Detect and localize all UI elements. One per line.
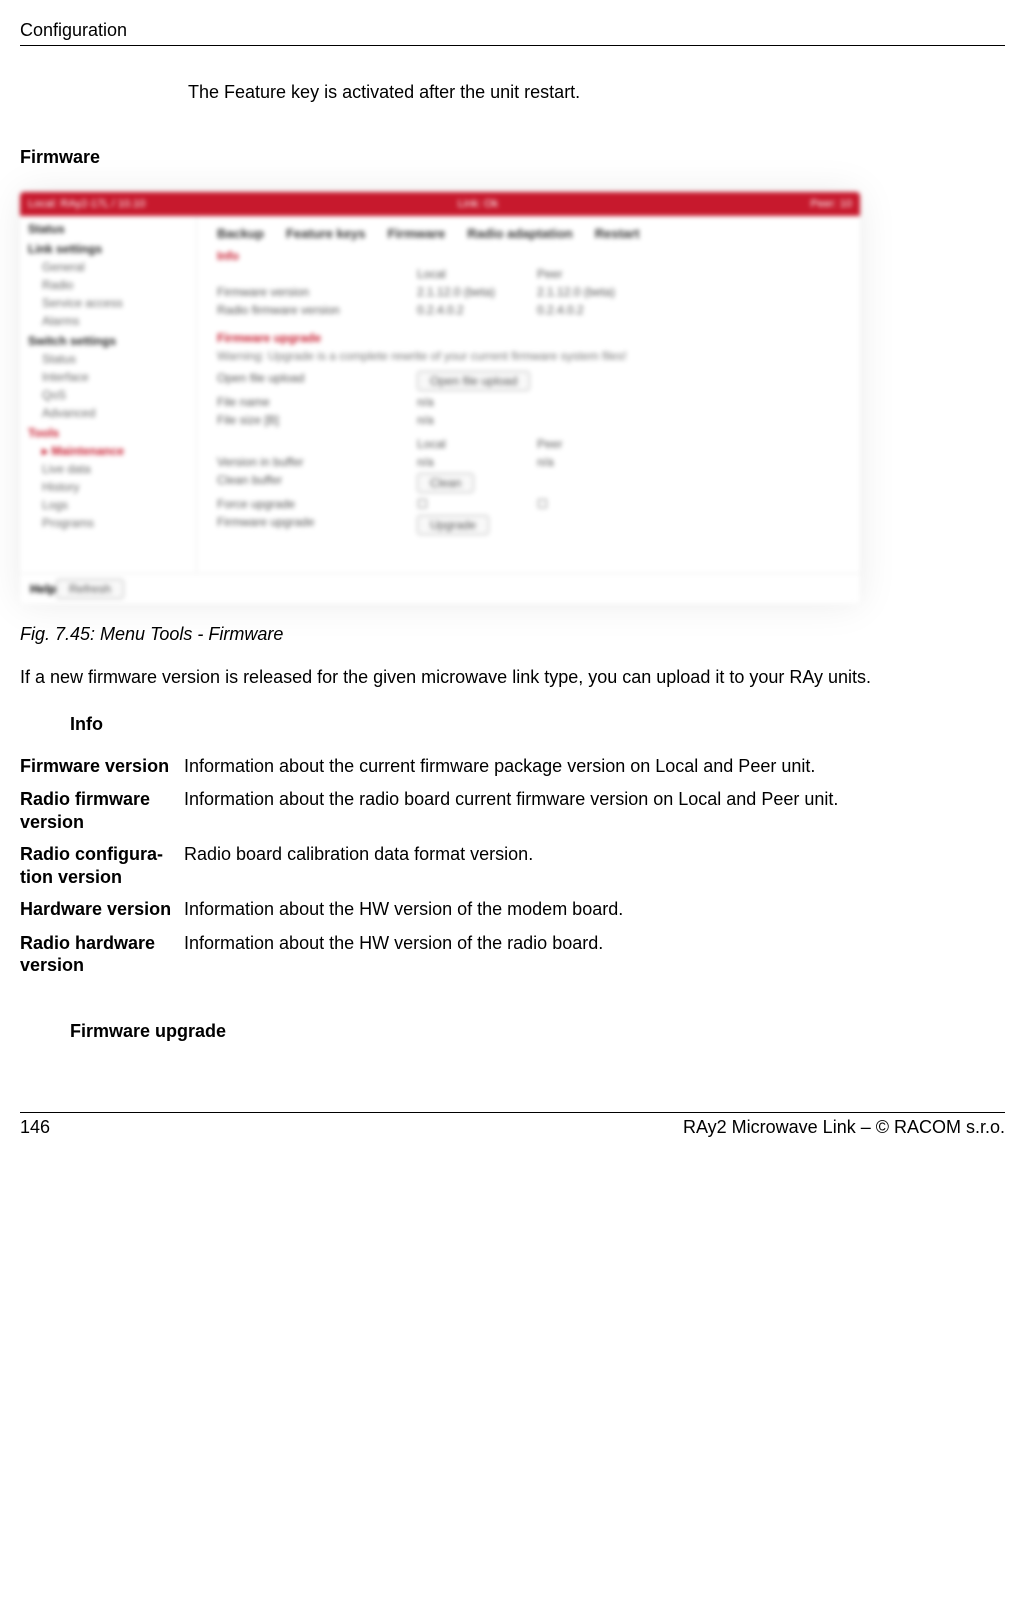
desc-hardware-version: Information about the HW version of the … [184,898,1005,921]
screenshot-topbar: Local: RAy2-17L / 10.10 Link: Ok Peer: 1… [20,192,860,216]
nav-programs[interactable]: Programs [42,516,188,530]
section-firmware: Firmware [20,147,1005,168]
ver-in-buffer-label: Version in buffer [217,455,377,469]
upgrade-col-local: Local [417,437,497,451]
open-upload-label: Open file upload [217,371,377,391]
nav-alarms[interactable]: Alarms [42,314,188,328]
upgrade-col-peer: Peer [537,437,617,451]
file-name-label: File name [217,395,377,409]
info-fw-peer: 2.1.12.0 (beta) [537,285,617,299]
nav-maintenance-label: Maintenance [51,444,124,458]
info-fw-local: 2.1.12.0 (beta) [417,285,497,299]
header-rule [20,45,1005,46]
topbar-peer: Peer: 10 [810,198,852,210]
fw-upgrade-label: Firmware upgrade [217,515,377,535]
file-size-label: File size [B] [217,413,377,427]
clean-button[interactable]: Clean [417,473,474,493]
nav-qos[interactable]: QoS [42,388,188,402]
definition-list: Firmware version Information about the c… [20,745,1005,987]
nav-advanced[interactable]: Advanced [42,406,188,420]
term-radio-fw-version: Radio firmware version [20,788,184,833]
info-radio-fw-label: Radio firmware version [217,303,377,317]
ver-in-buffer-local: n/a [417,455,497,469]
info-fw-label: Firmware version [217,285,377,299]
force-upgrade-label: Force upgrade [217,497,377,511]
upgrade-warning: Warning: Upgrade is a complete rewrite o… [217,349,840,363]
force-upgrade-peer-checkbox[interactable]: ☐ [537,497,617,511]
nav-history[interactable]: History [42,480,188,494]
body-paragraph: If a new firmware version is released fo… [20,667,1005,688]
nav-maintenance-arrow: ▸ [42,444,51,458]
topbar-local: Local: RAy2-17L / 10.10 [28,198,145,210]
figure-caption: Fig. 7.45: Menu Tools - Firmware [20,624,1005,645]
page-header: Configuration [20,20,1005,45]
term-radio-hw-version: Radio hardware version [20,932,184,977]
nav-radio[interactable]: Radio [42,278,188,292]
desc-radio-hw-version: Information about the HW version of the … [184,932,1005,977]
topbar-link: Link: Ok [458,198,498,210]
tab-radio-adaptation[interactable]: Radio adaptation [467,226,572,241]
term-firmware-version: Firmware version [20,755,184,778]
info-list-title: Info [70,714,1005,735]
info-radio-fw-peer: 0.2.4.0.2 [537,303,617,317]
ver-in-buffer-peer: n/a [537,455,617,469]
firmware-screenshot: Local: RAy2-17L / 10.10 Link: Ok Peer: 1… [20,192,860,604]
nav-tools[interactable]: Tools [28,426,188,440]
info-title: Info [217,249,840,263]
nav-help[interactable]: Help [30,582,56,596]
fw-upgrade-list-title: Firmware upgrade [70,1021,1005,1042]
nav-live-data[interactable]: Live data [42,462,188,476]
nav-link-settings[interactable]: Link settings [28,242,188,256]
info-col-local: Local [417,267,497,281]
upgrade-title: Firmware upgrade [217,331,840,345]
nav-general[interactable]: General [42,260,188,274]
upgrade-button[interactable]: Upgrade [417,515,489,535]
desc-firmware-version: Information about the current firmware p… [184,755,1005,778]
tab-restart[interactable]: Restart [595,226,640,241]
desc-radio-fw-version: Information about the radio board curren… [184,788,1005,833]
nav-interface[interactable]: Interface [42,370,188,384]
force-upgrade-local-checkbox[interactable]: ☐ [417,497,497,511]
nav-service-access[interactable]: Service access [42,296,188,310]
nav-status[interactable]: Status [28,216,188,236]
footer-copyright: RAy2 Microwave Link – © RACOM s.r.o. [683,1117,1005,1138]
footer-rule [20,1112,1005,1113]
term-hardware-version: Hardware version [20,898,184,921]
nav-maintenance[interactable]: ▸ Maintenance [42,444,188,458]
open-upload-button[interactable]: Open file upload [417,371,530,391]
nav-logs[interactable]: Logs [42,498,188,512]
nav-sw-status[interactable]: Status [42,352,188,366]
screenshot-content: Backup Feature keys Firmware Radio adapt… [197,216,860,573]
info-col-peer: Peer [537,267,617,281]
tab-backup[interactable]: Backup [217,226,264,241]
file-name-value: n/a [417,395,497,409]
info-radio-fw-local: 0.2.4.0.2 [417,303,497,317]
term-radio-config-version: Radio configura­tion version [20,843,184,888]
nav-switch-settings[interactable]: Switch settings [28,334,188,348]
tab-firmware[interactable]: Firmware [387,226,445,241]
intro-text: The Feature key is activated after the u… [188,82,1005,103]
tab-feature-keys[interactable]: Feature keys [286,226,366,241]
file-size-value: n/a [417,413,497,427]
screenshot-sidenav: Status Link settings General Radio Servi… [20,216,197,573]
clean-buffer-label: Clean buffer [217,473,377,493]
desc-radio-config-version: Radio board calibration data format vers… [184,843,1005,888]
footer-page-number: 146 [20,1117,80,1138]
refresh-button[interactable]: Refresh [56,579,124,599]
